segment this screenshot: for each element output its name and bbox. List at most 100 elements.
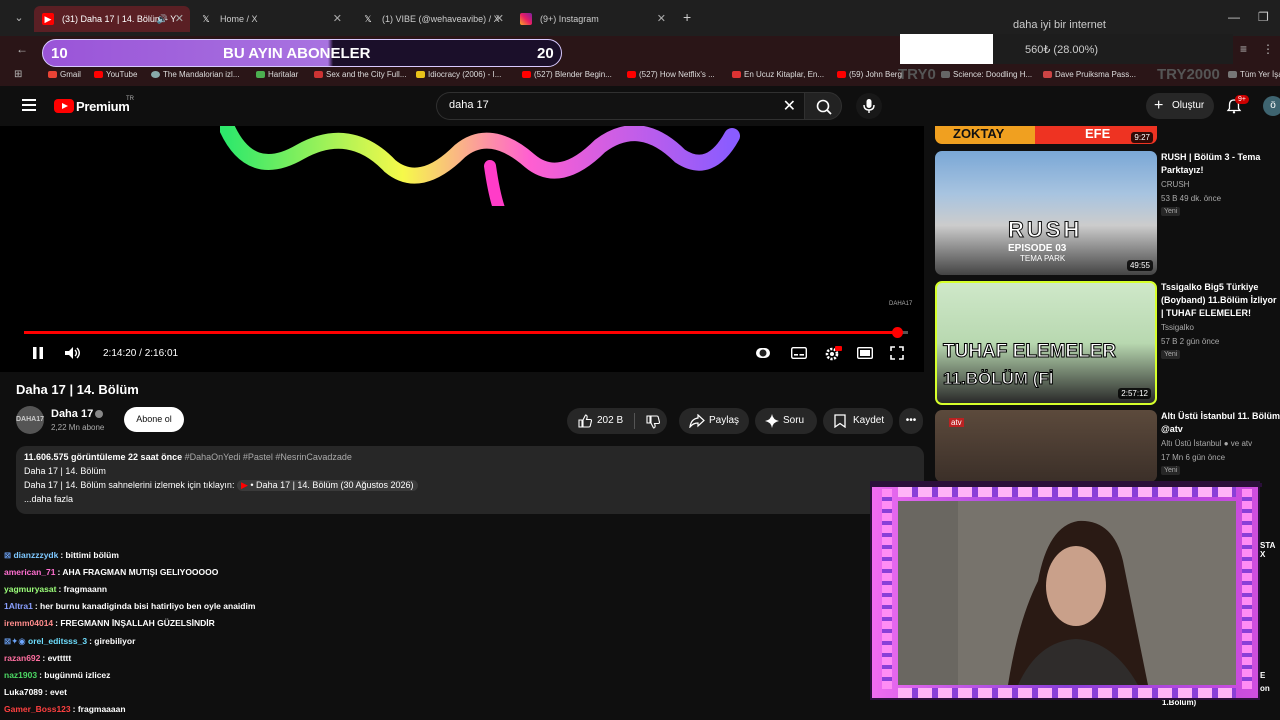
thumbnail-title: RUSH [1007, 217, 1083, 243]
chat-text: : bittimi bölüm [60, 550, 119, 560]
tab-youtube[interactable]: ▶ (31) Daha 17 | 14. Bölüm - Y 🔊 ✕ [34, 6, 190, 32]
thumbnail-label: EFE [1085, 126, 1111, 141]
chat-username[interactable]: iremm04014 [4, 618, 53, 628]
show-more-link[interactable]: ...daha fazla [24, 494, 73, 504]
progress-bar[interactable] [24, 327, 908, 338]
tab-x-vibe[interactable]: 𝕏 (1) VIBE (@wehaveavibe) / X ✕ [354, 6, 510, 32]
bookmark-science[interactable]: Science: Doodling H... [941, 70, 1032, 79]
settings-gear-icon[interactable] [824, 346, 842, 362]
brand-label[interactable]: Premium [76, 99, 130, 114]
bookmark-blender[interactable]: (527) Blender Begin... [522, 70, 612, 79]
new-tab-button[interactable]: + [683, 9, 691, 25]
chat-username[interactable]: razan692 [4, 653, 40, 663]
like-count[interactable]: 202 B [597, 408, 623, 434]
subtitles-icon[interactable] [791, 346, 807, 360]
search-input[interactable]: daha 17 [449, 99, 489, 111]
chat-username[interactable]: dianzzzydk [13, 550, 58, 560]
save-button[interactable]: Kaydet [823, 408, 893, 434]
close-tab-icon[interactable]: ✕ [175, 6, 184, 32]
chat-message: Gamer_Boss123: fragmaaaan [4, 704, 126, 714]
tab-instagram[interactable]: (9+) Instagram ✕ [512, 6, 672, 32]
bookmark-john-berg[interactable]: (59) John Berg [837, 70, 902, 79]
tab-list-icon[interactable]: ≡ [1240, 42, 1247, 56]
frame-decoration [1242, 489, 1252, 689]
menu-icon[interactable]: ⋮ [1262, 42, 1274, 56]
subscribe-button[interactable]: Abone ol [124, 407, 184, 432]
bookmark-netflix[interactable]: (527) How Netflix's ... [627, 70, 715, 79]
recommendation-item[interactable]: TUHAF ELEMELER 11.BÖLÜM (Fİ 2:57:12 Tssi… [935, 281, 1280, 407]
frame-decoration [882, 489, 892, 689]
recommendation-channel[interactable]: CRUSH [1161, 180, 1189, 189]
menu-icon[interactable] [22, 99, 36, 111]
tab-search-icon[interactable]: ⌄ [10, 9, 28, 27]
minimize-button[interactable]: — [1228, 10, 1240, 24]
recommendation-channel[interactable]: Altı Üstü İstanbul ● ve atv [1161, 439, 1252, 448]
bookmark-maps[interactable]: Haritalar [256, 70, 298, 79]
recommendation-item[interactable]: RUSH EPISODE 03 TEMA PARK 49:55 RUSH | B… [935, 151, 1280, 277]
bookmark-dave[interactable]: Dave Pruiksma Pass... [1043, 70, 1136, 79]
close-tab-icon[interactable]: ✕ [657, 6, 666, 32]
chat-username[interactable]: naz1903 [4, 670, 37, 680]
verified-icon [95, 410, 103, 418]
video-thumbnail[interactable]: ZOKTAY EFE 9:27 [935, 126, 1157, 144]
more-actions-button[interactable]: ••• [899, 408, 923, 434]
clear-search-icon[interactable]: ✕ [783, 96, 796, 116]
share-button[interactable]: Paylaş [679, 408, 749, 434]
recommendation-partial[interactable]: ZOKTAY EFE 9:27 [935, 126, 1280, 146]
like-icon[interactable] [578, 414, 592, 428]
apps-icon[interactable]: ⊞ [14, 69, 22, 80]
search-button[interactable] [804, 92, 842, 120]
chat-message: Luka7089: evet [4, 687, 67, 697]
bookmark-youtube[interactable]: YouTube [94, 70, 137, 79]
hashtags[interactable]: #DahaOnYedi #Pastel #NesrinCavadzade [185, 452, 352, 462]
video-thumbnail[interactable]: TUHAF ELEMELER 11.BÖLÜM (Fİ 2:57:12 [935, 281, 1157, 405]
thumbnail-subtitle: TEMA PARK [1020, 254, 1066, 263]
voice-search-button[interactable] [856, 93, 882, 119]
pause-icon[interactable] [31, 346, 45, 360]
video-player[interactable]: DAHA17 2:14:20 / 2:16:01 [0, 126, 924, 372]
chat-username[interactable]: orel_editsss_3 [28, 636, 87, 646]
fullscreen-icon[interactable] [890, 346, 904, 360]
close-tab-icon[interactable]: ✕ [495, 6, 504, 32]
back-icon[interactable]: ← [16, 42, 28, 56]
theater-mode-icon[interactable] [857, 346, 873, 360]
bookmark-idiocracy[interactable]: Idiocracy (2006) - I... [416, 70, 501, 79]
share-icon [689, 414, 705, 428]
create-button[interactable]: + Oluştur [1146, 93, 1214, 119]
dislike-icon[interactable] [646, 415, 660, 429]
x-icon: 𝕏 [364, 14, 372, 24]
account-avatar[interactable]: ö [1263, 96, 1280, 116]
ask-button[interactable]: Soru [755, 408, 817, 434]
recommendation-title[interactable]: Tssigalko Big5 Türkiye (Boyband) 11.Bölü… [1161, 281, 1280, 320]
bookmark-satc[interactable]: Sex and the City Full... [314, 70, 406, 79]
recommendation-item[interactable]: atv Altı Üstü İstanbul 11. Bölüm @atv Al… [935, 410, 1280, 490]
video-thumbnail[interactable]: RUSH EPISODE 03 TEMA PARK 49:55 [935, 151, 1157, 275]
bookmark-kitaplar[interactable]: En Ucuz Kitaplar, En... [732, 70, 824, 79]
chat-username[interactable]: yagmuryasat [4, 584, 56, 594]
close-tab-icon[interactable]: ✕ [333, 6, 342, 32]
video-thumbnail[interactable]: atv [935, 410, 1157, 482]
channel-name[interactable]: Daha 17 [51, 408, 93, 420]
autoplay-toggle-icon[interactable] [756, 346, 770, 360]
bookmark-mandalorian[interactable]: The Mandalorian izl... [151, 70, 239, 79]
chat-username[interactable]: Gamer_Boss123 [4, 704, 71, 714]
description-box[interactable]: 11.606.575 görüntüleme 22 saat önce #Dah… [16, 446, 924, 514]
progress-scrubber[interactable] [892, 327, 904, 338]
volume-icon[interactable] [64, 346, 82, 360]
search-field[interactable]: daha 17 ✕ [436, 92, 804, 120]
goal-end: 20 [537, 45, 554, 62]
speaker-icon[interactable]: 🔊 [157, 6, 168, 32]
tab-x-home[interactable]: 𝕏 Home / X ✕ [192, 6, 348, 32]
bookmark-gmail[interactable]: Gmail [48, 70, 81, 79]
chat-username[interactable]: Luka7089 [4, 687, 43, 697]
chat-username[interactable]: 1Altra1 [4, 601, 33, 611]
bookmark-all[interactable]: Tüm Yer İşa [1228, 70, 1280, 79]
chat-username[interactable]: american_71 [4, 567, 56, 577]
recommendation-title[interactable]: Altı Üstü İstanbul 11. Bölüm @atv [1161, 410, 1280, 436]
maximize-button[interactable]: ❐ [1258, 10, 1269, 24]
recommendation-title[interactable]: RUSH | Bölüm 3 - Tema Parktayız! [1161, 151, 1280, 177]
channel-avatar[interactable]: DAHA17 [16, 406, 44, 434]
recommendation-channel[interactable]: Tssigalko [1161, 323, 1194, 332]
youtube-logo-icon[interactable] [54, 99, 74, 113]
description-link[interactable]: ▶ • Daha 17 | 14. Bölüm (30 Ağustos 2026… [236, 480, 418, 491]
